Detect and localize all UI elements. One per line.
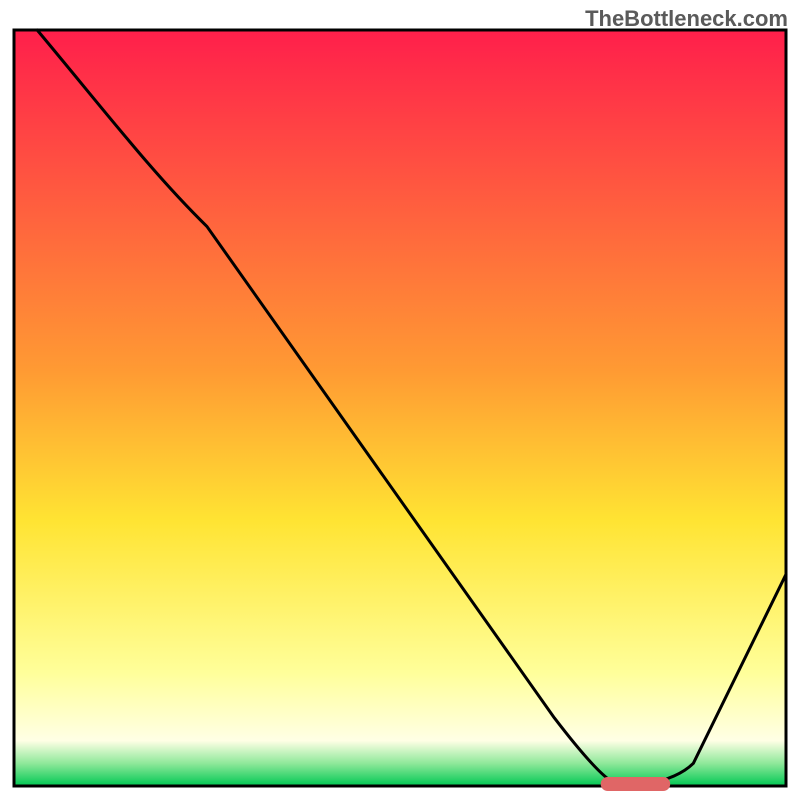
watermark-text: TheBottleneck.com — [585, 6, 788, 32]
optimal-range-marker — [601, 777, 670, 791]
bottleneck-chart — [0, 0, 800, 800]
chart-container: TheBottleneck.com — [0, 0, 800, 800]
